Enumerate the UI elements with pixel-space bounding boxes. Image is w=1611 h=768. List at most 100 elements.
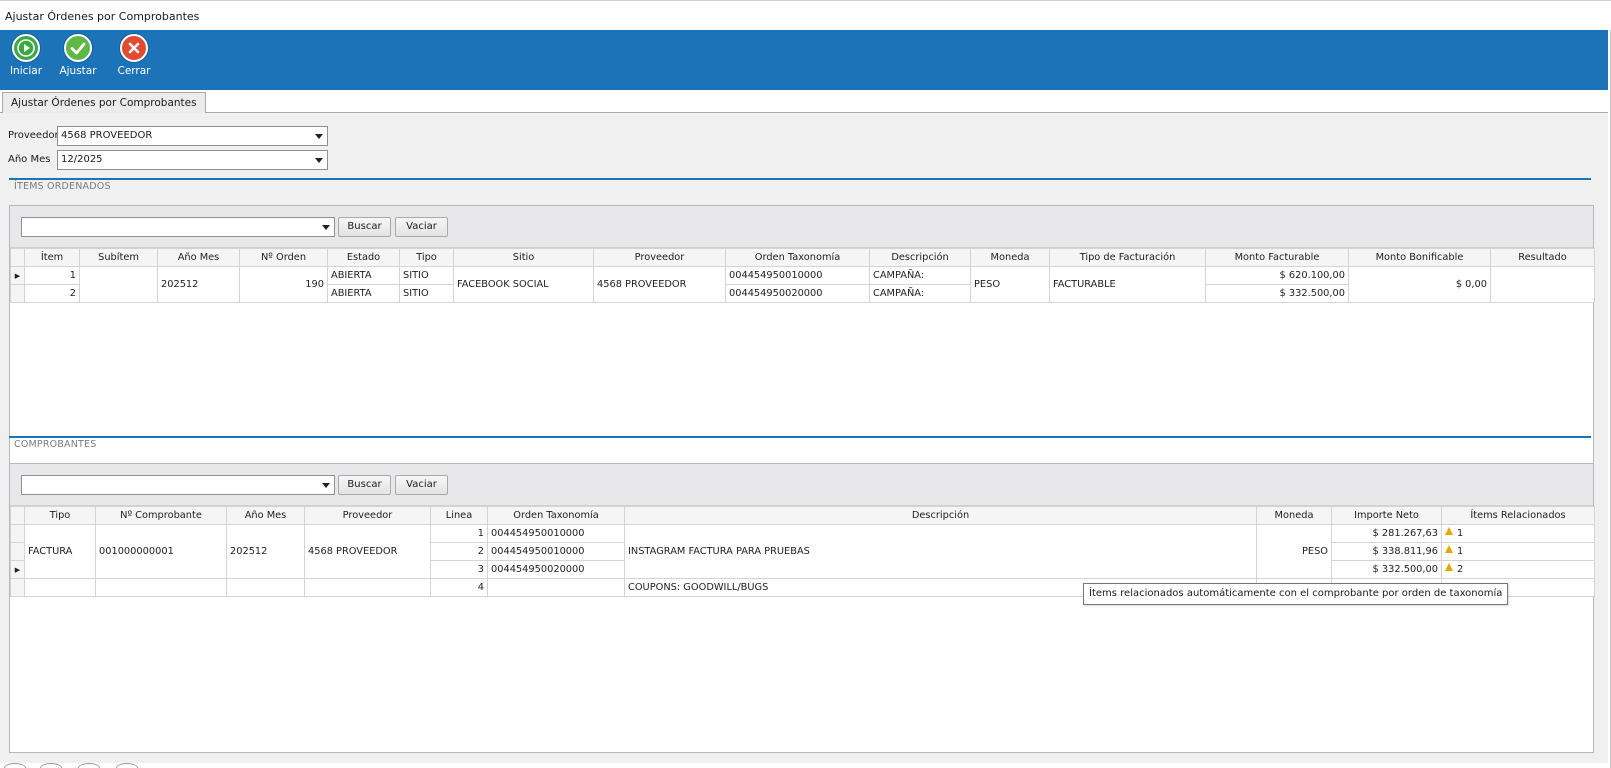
nro-orden-cell[interactable]: 190 <box>239 266 328 303</box>
comprobantes-vaciar-button[interactable]: Vaciar <box>395 475 448 495</box>
orden-taxonomia-cell[interactable]: 004454950020000 <box>725 284 870 303</box>
table-row[interactable]: FACTURA 001000000001 202512 4568 PROVEED… <box>10 524 1595 579</box>
tipo-cell[interactable]: FACTURA <box>24 524 96 579</box>
row-selector-icon[interactable]: ▶ <box>10 560 25 579</box>
items-buscar-button[interactable]: Buscar <box>338 217 391 237</box>
column-header[interactable]: Monto Bonificable <box>1348 248 1491 267</box>
items-relacionados-value: 1 <box>1457 528 1464 539</box>
tipo-facturacion-cell[interactable]: FACTURABLE <box>1049 266 1206 303</box>
chevron-down-icon <box>322 483 330 488</box>
column-header[interactable]: Ítems Relacionados <box>1441 506 1595 525</box>
monto-bonificable-cell[interactable]: $ 0,00 <box>1348 266 1491 303</box>
column-header[interactable]: Año Mes <box>226 506 305 525</box>
proveedor-select[interactable]: 4568 PROVEEDOR <box>57 126 328 146</box>
estado-cell[interactable]: ABIERTA <box>327 284 400 303</box>
column-header[interactable]: Descripción <box>869 248 971 267</box>
column-header[interactable]: Orden Taxonomía <box>487 506 625 525</box>
items-relacionados-value: 1 <box>1457 546 1464 557</box>
items-relacionados-cell[interactable]: 1 <box>1441 542 1595 561</box>
column-header[interactable]: Tipo <box>399 248 454 267</box>
anio-mes-cell[interactable]: 202512 <box>226 524 305 579</box>
row-selector[interactable] <box>10 524 25 543</box>
row-selector[interactable] <box>10 578 25 597</box>
comprobantes-buscar-button[interactable]: Buscar <box>338 475 391 495</box>
items-relacionados-cell[interactable]: 1 <box>1441 524 1595 543</box>
moneda-cell[interactable]: PESO <box>970 266 1050 303</box>
importe-neto-cell[interactable]: $ 338.811,96 <box>1331 542 1442 561</box>
descripcion-cell[interactable]: INSTAGRAM FACTURA PARA PRUEBAS <box>624 524 1257 579</box>
column-header[interactable]: Monto Facturable <box>1205 248 1349 267</box>
tab-ajustar-ordenes[interactable]: Ajustar Órdenes por Comprobantes <box>2 92 206 114</box>
column-header[interactable]: Subítem <box>79 248 158 267</box>
tipo-cell[interactable] <box>24 578 96 597</box>
items-search-select[interactable] <box>21 217 335 237</box>
column-header[interactable]: Resultado <box>1490 248 1595 267</box>
orden-taxonomia-cell[interactable]: 004454950020000 <box>487 560 625 579</box>
nro-comprobante-cell[interactable] <box>95 578 227 597</box>
iniciar-button[interactable]: Iniciar <box>2 34 50 86</box>
table-row[interactable]: ▶ 1 202512 190 ABIERTA SITIO FACEBOOK SO… <box>10 266 1595 303</box>
column-header[interactable]: Tipo <box>24 506 96 525</box>
anio-mes-cell[interactable]: 202512 <box>157 266 240 303</box>
tipo-cell[interactable]: SITIO <box>399 284 454 303</box>
column-header[interactable]: Importe Neto <box>1331 506 1442 525</box>
ajustar-button[interactable]: Ajustar <box>54 34 102 86</box>
linea-cell[interactable]: 3 <box>430 560 488 579</box>
linea-cell[interactable]: 1 <box>430 524 488 543</box>
row-selector-icon[interactable]: ▶ <box>10 266 25 285</box>
column-header[interactable]: Año Mes <box>157 248 240 267</box>
orden-taxonomia-cell[interactable] <box>487 578 625 597</box>
monto-facturable-cell[interactable]: $ 332.500,00 <box>1205 284 1349 303</box>
column-header[interactable]: Proveedor <box>304 506 431 525</box>
column-header[interactable]: Sitio <box>453 248 594 267</box>
items-vaciar-button[interactable]: Vaciar <box>395 217 448 237</box>
descripcion-cell[interactable]: CAMPAÑA: <box>869 284 971 303</box>
resultado-cell[interactable] <box>1490 266 1595 303</box>
cerrar-button[interactable]: Cerrar <box>110 34 158 86</box>
column-header[interactable]: Estado <box>327 248 400 267</box>
column-header[interactable]: Moneda <box>970 248 1050 267</box>
column-header[interactable]: Proveedor <box>593 248 726 267</box>
linea-cell[interactable]: 2 <box>430 542 488 561</box>
column-header[interactable]: Nº Comprobante <box>95 506 227 525</box>
anio-mes-select[interactable]: 12/2025 <box>57 150 328 170</box>
column-header[interactable]: Tipo de Facturación <box>1049 248 1206 267</box>
nro-comprobante-cell[interactable]: 001000000001 <box>95 524 227 579</box>
bottom-nav-decorations <box>0 763 160 768</box>
column-header[interactable]: Nº Orden <box>239 248 328 267</box>
column-header[interactable]: Descripción <box>624 506 1257 525</box>
comprobantes-section-divider <box>9 436 1591 438</box>
column-header[interactable]: Ítem <box>24 248 80 267</box>
proveedor-cell[interactable]: 4568 PROVEEDOR <box>304 524 431 579</box>
importe-neto-cell[interactable]: $ 281.267,63 <box>1331 524 1442 543</box>
comprobantes-search-select[interactable] <box>21 475 335 495</box>
form-content: Proveedor 4568 PROVEEDOR Año Mes 12/2025… <box>0 113 1608 763</box>
linea-cell[interactable]: 4 <box>430 578 488 597</box>
sitio-cell[interactable]: FACEBOOK SOCIAL <box>453 266 594 303</box>
row-selector[interactable] <box>10 284 25 303</box>
descripcion-cell[interactable]: CAMPAÑA: <box>869 266 971 285</box>
estado-cell[interactable]: ABIERTA <box>327 266 400 285</box>
tipo-cell[interactable]: SITIO <box>399 266 454 285</box>
orden-taxonomia-cell[interactable]: 004454950010000 <box>725 266 870 285</box>
column-header[interactable]: Linea <box>430 506 488 525</box>
item-cell[interactable]: 1 <box>24 266 80 285</box>
monto-facturable-cell[interactable]: $ 620.100,00 <box>1205 266 1349 285</box>
column-header[interactable]: Orden Taxonomía <box>725 248 870 267</box>
moneda-cell[interactable]: PESO <box>1256 524 1332 579</box>
chevron-down-icon <box>315 158 323 163</box>
proveedor-label: Proveedor <box>8 130 59 141</box>
main-window: Ajustar Órdenes por Comprobantes Iniciar… <box>0 0 1611 768</box>
proveedor-cell[interactable] <box>304 578 431 597</box>
proveedor-cell[interactable]: 4568 PROVEEDOR <box>593 266 726 303</box>
anio-mes-cell[interactable] <box>226 578 305 597</box>
orden-taxonomia-cell[interactable]: 004454950010000 <box>487 524 625 543</box>
items-relacionados-cell[interactable]: 2 <box>1441 560 1595 579</box>
orden-taxonomia-cell[interactable]: 004454950010000 <box>487 542 625 561</box>
importe-neto-cell[interactable]: $ 332.500,00 <box>1331 560 1442 579</box>
subitem-cell[interactable] <box>79 266 158 303</box>
row-selector[interactable] <box>10 542 25 561</box>
column-header[interactable]: Moneda <box>1256 506 1332 525</box>
warning-icon <box>1445 563 1453 571</box>
item-cell[interactable]: 2 <box>24 284 80 303</box>
